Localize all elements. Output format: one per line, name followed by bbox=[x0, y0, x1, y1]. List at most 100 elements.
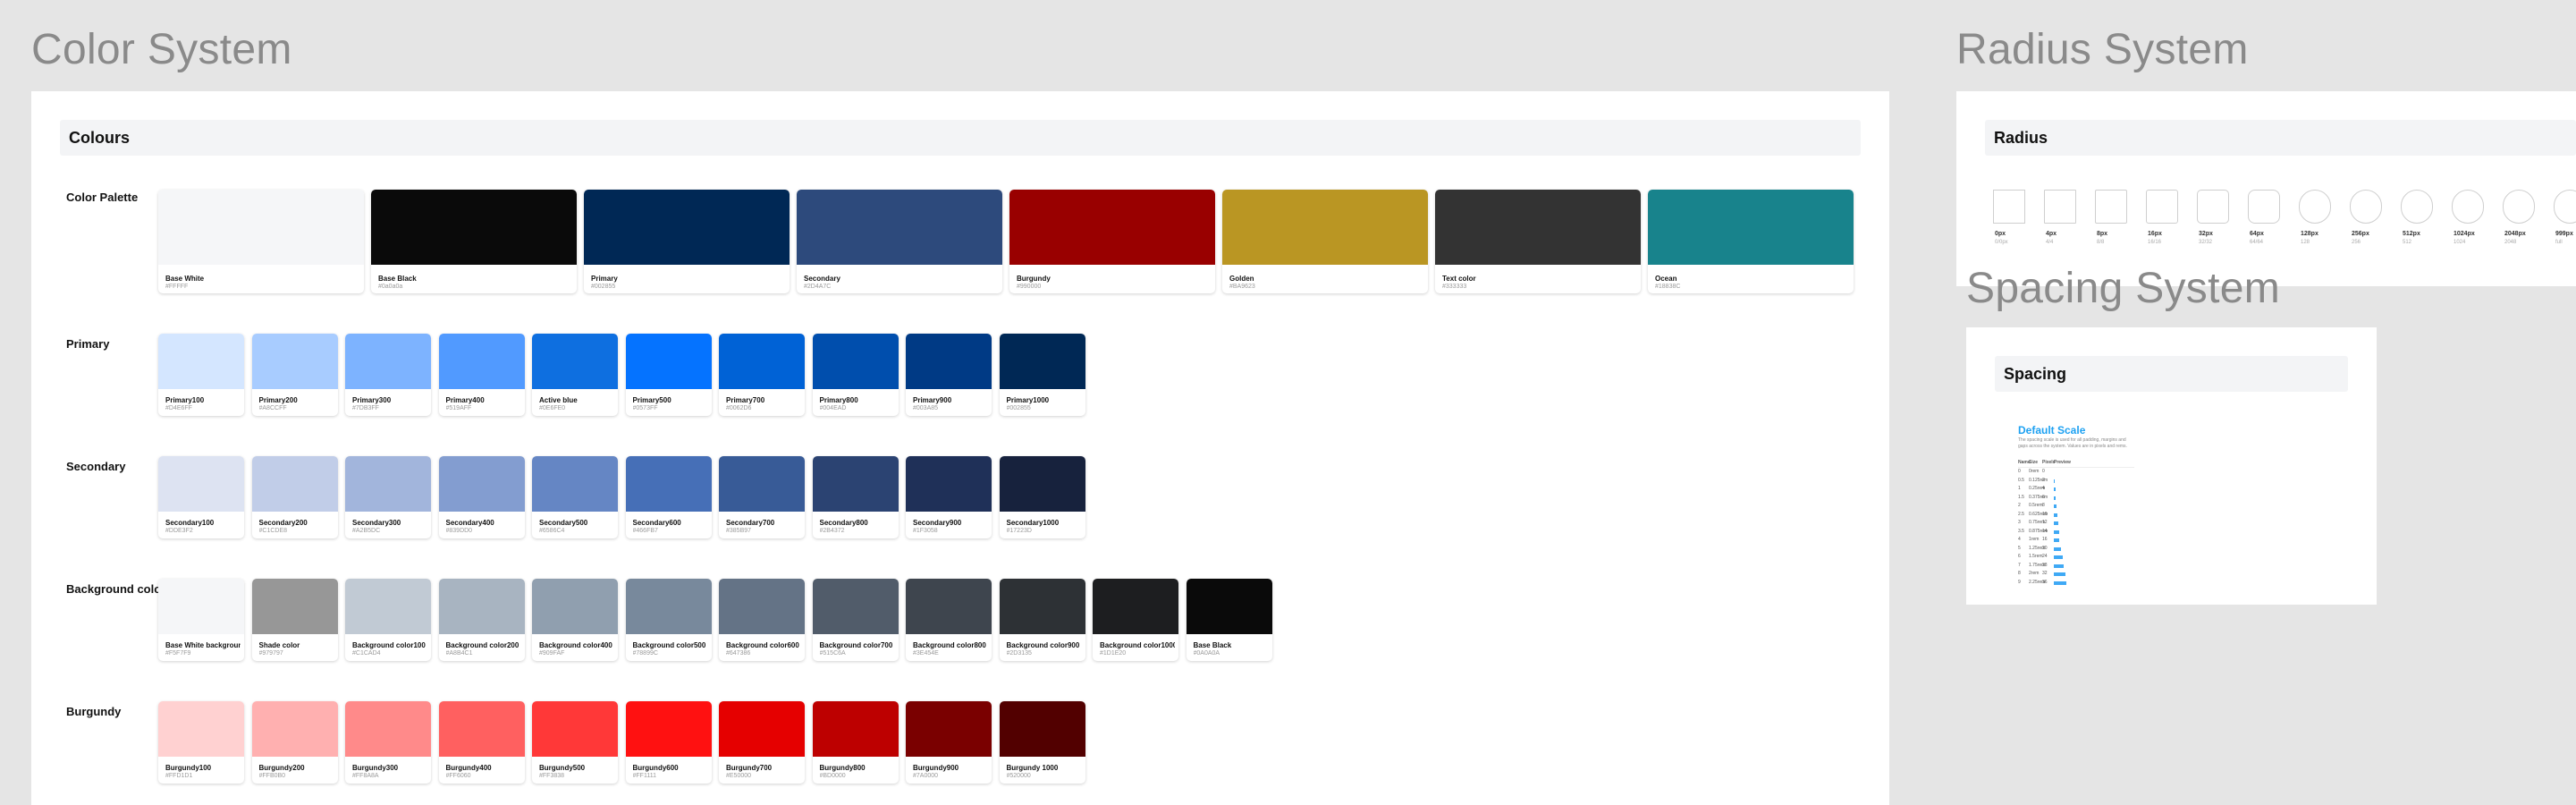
spacing-cell: 0.5 bbox=[2018, 477, 2024, 483]
table-row: 6 1.5rem 24 bbox=[2018, 554, 2134, 562]
shade-swatch-card[interactable]: Secondary400 #839DD0 bbox=[438, 456, 525, 538]
radius-sublabel: 1024 bbox=[2454, 240, 2466, 245]
shade-swatch-card[interactable]: Secondary300 #A2B5DC bbox=[345, 456, 431, 538]
swatch-hex: #2D3135 bbox=[1006, 650, 1032, 657]
shade-swatch-card[interactable]: Burgundy700 #E50000 bbox=[719, 701, 805, 784]
color-palette-label: Color Palette bbox=[66, 191, 139, 204]
palette-swatch-card[interactable]: Burgundy #990000 bbox=[1009, 190, 1215, 293]
default-scale-doc: Default Scale The spacing scale is used … bbox=[2018, 424, 2143, 594]
shade-swatch-card[interactable]: Background color800 #3E454E bbox=[906, 579, 992, 661]
shade-swatch-card[interactable]: Burgundy200 #FFB0B0 bbox=[251, 701, 338, 784]
shade-swatch-card[interactable]: Background color1000 #1D1E20 bbox=[1093, 579, 1178, 661]
shade-swatch-card[interactable]: Background color700 #515C6A bbox=[812, 579, 899, 661]
swatch-hex: #BD0000 bbox=[819, 773, 846, 779]
table-row: 7 1.75rem 28 bbox=[2018, 563, 2134, 571]
swatch-name: Background color600 bbox=[726, 641, 799, 649]
shade-swatch-card[interactable]: Base White background #F5F7F9 bbox=[158, 579, 244, 661]
shade-swatch-card[interactable]: Secondary100 #DDE3F2 bbox=[158, 456, 244, 538]
shade-swatch-card[interactable]: Burgundy800 #BD0000 bbox=[812, 701, 899, 784]
spacing-cell: 1.5rem bbox=[2029, 554, 2043, 559]
shade-swatch-card[interactable]: Primary800 #004EAD bbox=[812, 334, 899, 416]
palette-swatch-card[interactable]: Text color #333333 bbox=[1435, 190, 1641, 293]
shade-swatch-card[interactable]: Burgundy500 #FF3838 bbox=[532, 701, 618, 784]
spacing-preview-bar bbox=[2054, 547, 2061, 551]
shade-swatch-card[interactable]: Secondary200 #C1CDE8 bbox=[251, 456, 338, 538]
color-swatch bbox=[812, 456, 899, 512]
default-scale-title: Default Scale bbox=[2018, 424, 2086, 436]
shade-swatch-card[interactable]: Secondary900 #1F3058 bbox=[906, 456, 992, 538]
shade-swatch-card[interactable]: Primary300 #7DB3FF bbox=[345, 334, 431, 416]
swatch-hex: #2B4372 bbox=[819, 528, 845, 534]
shade-swatch-card[interactable]: Primary400 #519AFF bbox=[438, 334, 525, 416]
swatch-name: Background color800 bbox=[913, 641, 986, 649]
radius-label: 8px bbox=[2097, 231, 2108, 237]
shade-swatch-card[interactable]: Burgundy400 #FF6060 bbox=[438, 701, 525, 784]
shade-swatch-card[interactable]: Primary1000 #002855 bbox=[999, 334, 1085, 416]
swatch-name: Burgundy 1000 bbox=[1006, 764, 1059, 772]
swatch-name: Secondary800 bbox=[819, 519, 868, 527]
radius-preview-box bbox=[2095, 190, 2127, 224]
swatch-hex: #7A0000 bbox=[913, 773, 939, 779]
palette-swatch-card[interactable]: Secondary #2D4A7C bbox=[797, 190, 1002, 293]
color-swatch bbox=[999, 579, 1085, 634]
palette-swatch-card[interactable]: Base Black #0a0a0a bbox=[371, 190, 577, 293]
swatch-hex: #647386 bbox=[726, 650, 751, 657]
shade-swatch-card[interactable]: Primary100 #D4E6FF bbox=[158, 334, 244, 416]
color-swatch bbox=[719, 334, 805, 389]
color-swatch bbox=[532, 701, 618, 757]
swatch-name: Secondary300 bbox=[352, 519, 401, 527]
shade-swatch-card[interactable]: Background color900 #2D3135 bbox=[999, 579, 1085, 661]
spacing-preview-bar bbox=[2054, 538, 2060, 542]
shade-swatch-card[interactable]: Background color500 #78899C bbox=[625, 579, 712, 661]
shade-swatch-card[interactable]: Shade color #979797 bbox=[251, 579, 338, 661]
table-row: 3 0.75rem 12 bbox=[2018, 520, 2134, 528]
shade-swatch-card[interactable]: Base Black #0A0A0A bbox=[1186, 579, 1272, 661]
spacing-preview-bar bbox=[2054, 564, 2065, 568]
shade-swatch-card[interactable]: Burgundy 1000 #520000 bbox=[999, 701, 1085, 784]
swatch-name: Background color100 bbox=[352, 641, 426, 649]
shade-swatch-card[interactable]: Background color100 #C1CAD4 bbox=[345, 579, 431, 661]
palette-swatch-card[interactable]: Ocean #18838C bbox=[1648, 190, 1854, 293]
swatch-hex: #909FAF bbox=[539, 650, 565, 657]
swatch-hex: #FFB0B0 bbox=[258, 773, 286, 779]
palette-swatch-card[interactable]: Base White #FFFFF bbox=[158, 190, 364, 293]
shade-swatch-card[interactable]: Background color600 #647386 bbox=[719, 579, 805, 661]
shade-swatch-card[interactable]: Burgundy600 #FF1111 bbox=[625, 701, 712, 784]
palette-swatch-card[interactable]: Primary #002855 bbox=[584, 190, 790, 293]
swatch-name: Burgundy200 bbox=[258, 764, 305, 772]
shade-swatch-card[interactable]: Burgundy100 #FFD1D1 bbox=[158, 701, 244, 784]
shade-swatch-card[interactable]: Primary700 #0062D6 bbox=[719, 334, 805, 416]
color-swatch bbox=[812, 334, 899, 389]
shade-swatch-card[interactable]: Primary500 #0573FF bbox=[625, 334, 712, 416]
spacing-cell: 4 bbox=[2042, 486, 2045, 491]
swatch-name: Primary900 bbox=[913, 396, 952, 404]
swatch-hex: #78899C bbox=[632, 650, 658, 657]
spacing-cell: 2 bbox=[2018, 503, 2021, 508]
palette-swatch-card[interactable]: Golden #BA9623 bbox=[1222, 190, 1428, 293]
shade-swatch-card[interactable]: Secondary600 #466FB7 bbox=[625, 456, 712, 538]
shade-swatch-card[interactable]: Burgundy300 #FF8A8A bbox=[345, 701, 431, 784]
radius-label: 2048px bbox=[2504, 231, 2526, 237]
swatch-hex: #C1CAD4 bbox=[352, 650, 381, 657]
shade-swatch-card[interactable]: Background color200 #A8B4C1 bbox=[438, 579, 525, 661]
color-swatch bbox=[251, 456, 338, 512]
color-swatch bbox=[719, 701, 805, 757]
shade-swatch-card[interactable]: Active blue #0E6FE0 bbox=[532, 334, 618, 416]
color-swatch bbox=[625, 701, 712, 757]
swatch-name: Burgundy bbox=[1017, 275, 1051, 283]
shade-swatch-card[interactable]: Secondary1000 #17223D bbox=[999, 456, 1085, 538]
color-swatch bbox=[371, 190, 577, 265]
shade-swatch-card[interactable]: Background color400 #909FAF bbox=[532, 579, 618, 661]
shade-swatch-card[interactable]: Secondary700 #385B97 bbox=[719, 456, 805, 538]
table-row: 5 1.25rem 20 bbox=[2018, 546, 2134, 554]
color-swatch bbox=[1009, 190, 1215, 265]
radius-sublabel: 0/0px bbox=[1995, 240, 2008, 245]
shade-swatch-card[interactable]: Secondary800 #2B4372 bbox=[812, 456, 899, 538]
radius-sublabel: 64/64 bbox=[2250, 240, 2264, 245]
shade-swatch-card[interactable]: Burgundy900 #7A0000 bbox=[906, 701, 992, 784]
swatch-hex: #003A85 bbox=[913, 405, 939, 411]
shade-swatch-card[interactable]: Secondary500 #6586C4 bbox=[532, 456, 618, 538]
shade-swatch-card[interactable]: Primary200 #A8CCFF bbox=[251, 334, 338, 416]
shade-swatch-card[interactable]: Primary900 #003A85 bbox=[906, 334, 992, 416]
spacing-cell: 8 bbox=[2042, 503, 2045, 508]
